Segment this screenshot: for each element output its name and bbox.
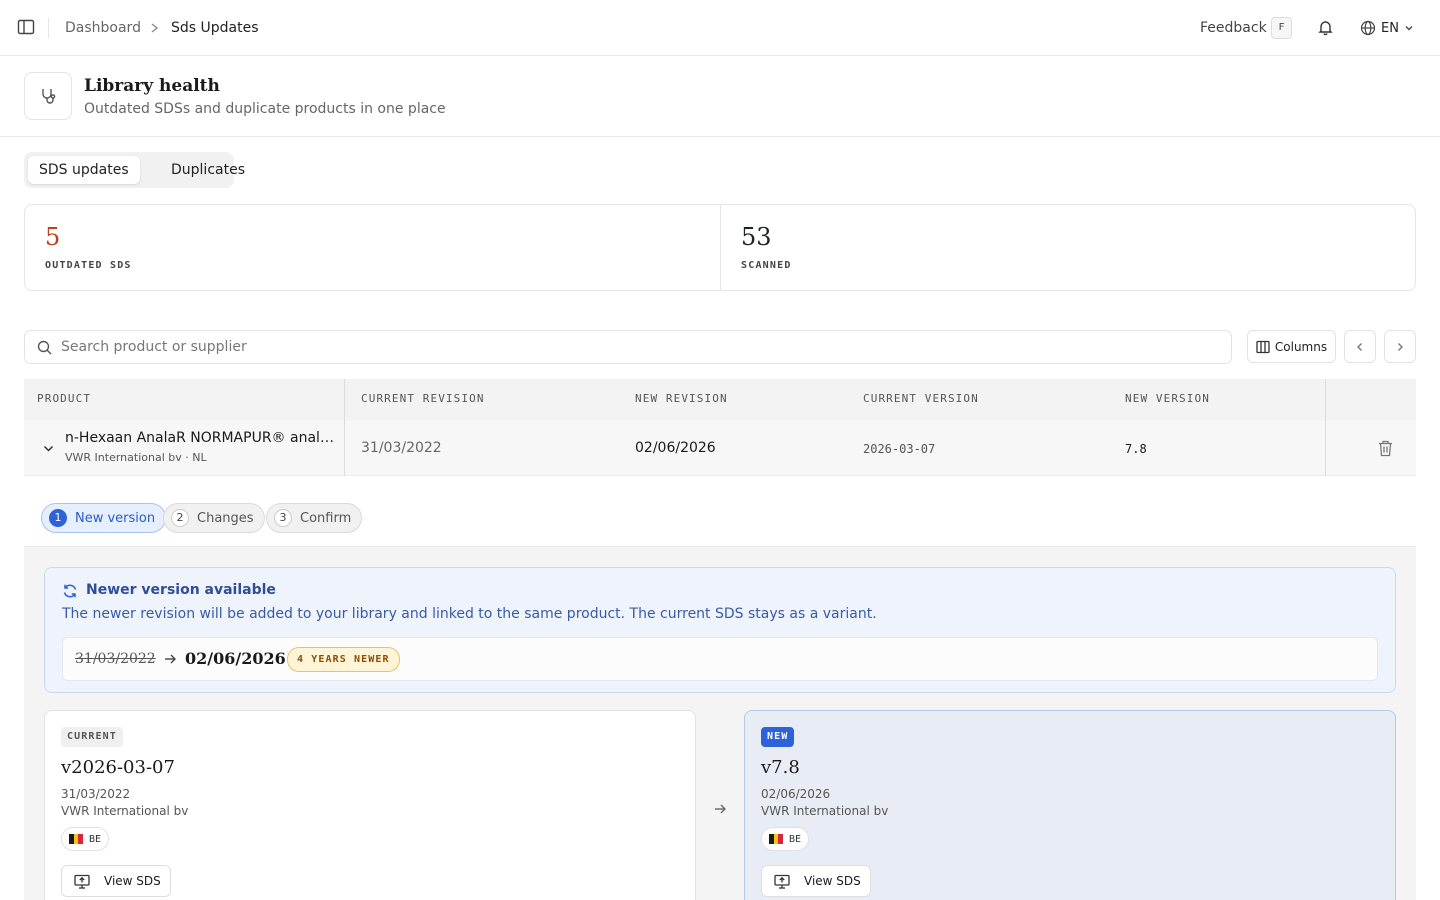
supplier-name: VWR International bv <box>61 804 189 818</box>
refresh-icon <box>63 584 77 598</box>
chevron-left-icon <box>1357 342 1362 351</box>
globe-icon <box>1360 20 1376 36</box>
current-version-card: CURRENT v2026-03-07 31/03/2022 VWR Inter… <box>44 710 696 900</box>
top-bar: Dashboard Sds Updates Feedback F EN <box>0 0 1440 56</box>
arrow-right-icon <box>165 654 176 664</box>
stats-panel: 5 OUTDATED SDS 53 SCANNED <box>24 204 1416 291</box>
country-code: BE <box>789 833 802 845</box>
step-number: 3 <box>274 509 292 527</box>
current-version: 2026-03-07 <box>863 442 936 456</box>
country-code: BE <box>89 833 102 845</box>
new-version: 7.8 <box>1125 442 1147 456</box>
view-sds-label: View SDS <box>804 874 861 888</box>
view-sds-button[interactable]: View SDS <box>61 865 171 897</box>
old-date: 31/03/2022 <box>75 651 156 667</box>
column-divider <box>1325 379 1326 476</box>
header-current-version[interactable]: CURRENT VERSION <box>863 392 979 405</box>
table-header: PRODUCT CURRENT REVISION NEW REVISION CU… <box>24 379 1416 421</box>
row-detail: 1 New version 2 Changes 3 Confirm Newer … <box>24 488 1416 900</box>
revision-comparison: 31/03/2022 02/06/2026 4 YEARS NEWER <box>62 637 1378 681</box>
chevron-right-icon <box>1398 342 1403 351</box>
step-number: 1 <box>49 509 67 527</box>
monitor-upload-icon <box>74 874 90 889</box>
trash-icon[interactable] <box>1378 440 1393 457</box>
search-input[interactable] <box>61 331 1221 363</box>
chevron-down-icon <box>1405 26 1413 31</box>
outdated-label: OUTDATED SDS <box>45 260 132 271</box>
divider <box>48 18 49 38</box>
bell-icon[interactable] <box>1317 19 1334 36</box>
new-date: 02/06/2026 <box>185 649 286 668</box>
product-name: n-Hexaan AnalaR NORMAPUR® analytical rea… <box>65 430 335 446</box>
view-sds-button[interactable]: View SDS <box>761 865 871 897</box>
chevron-down-icon[interactable] <box>42 442 55 455</box>
step-label: Changes <box>197 510 254 526</box>
step-label: New version <box>75 510 156 526</box>
view-sds-label: View SDS <box>104 874 161 888</box>
scanned-count: 53 <box>741 223 772 251</box>
arrow-right-icon <box>715 804 726 814</box>
page-header: Library health Outdated SDSs and duplica… <box>0 56 1440 137</box>
chevron-right-icon <box>151 23 159 33</box>
page-subtitle: Outdated SDSs and duplicate products in … <box>84 101 446 117</box>
newer-version-notice: Newer version available The newer revisi… <box>44 567 1396 693</box>
breadcrumb-dashboard[interactable]: Dashboard <box>65 19 141 37</box>
columns-icon <box>1256 340 1270 353</box>
notice-title: Newer version available <box>86 582 276 598</box>
search-icon <box>37 340 52 355</box>
header-new-version[interactable]: NEW VERSION <box>1125 392 1210 405</box>
step-changes[interactable]: 2 Changes <box>163 503 265 533</box>
version-title: v7.8 <box>761 757 800 778</box>
country-badge: BE <box>761 827 810 851</box>
column-divider <box>344 379 345 476</box>
belgium-flag-icon <box>69 834 84 844</box>
language-selector[interactable]: EN <box>1360 19 1414 37</box>
table-row[interactable]: n-Hexaan AnalaR NORMAPUR® analytical rea… <box>24 421 1416 476</box>
notice-body: The newer revision will be added to your… <box>62 606 877 622</box>
country-badge: BE <box>61 827 110 851</box>
revision-date: 02/06/2026 <box>761 787 831 801</box>
tab-duplicates[interactable]: Duplicates <box>160 156 256 184</box>
breadcrumb-current: Sds Updates <box>171 20 259 36</box>
product-supplier: VWR International bv · NL <box>65 451 207 464</box>
search-box <box>24 330 1232 364</box>
outdated-count: 5 <box>45 223 61 251</box>
columns-label: Columns <box>1274 339 1328 354</box>
version-title: v2026-03-07 <box>61 757 175 778</box>
step-confirm[interactable]: 3 Confirm <box>266 503 363 533</box>
tab-sds-updates[interactable]: SDS updates <box>28 156 140 184</box>
stethoscope-icon <box>24 72 72 120</box>
tab-bar: SDS updates Duplicates <box>24 152 245 188</box>
prev-page-button[interactable] <box>1344 330 1376 363</box>
sidebar-toggle-icon[interactable] <box>17 18 35 36</box>
stepper: 1 New version 2 Changes 3 Confirm <box>24 488 1416 547</box>
current-revision: 31/03/2022 <box>361 440 442 456</box>
supplier-name: VWR International bv <box>761 804 889 818</box>
new-version-card: NEW v7.8 02/06/2026 VWR International bv… <box>744 710 1396 900</box>
step-label: Confirm <box>300 510 352 526</box>
header-product[interactable]: PRODUCT <box>37 392 91 405</box>
header-current-revision[interactable]: CURRENT REVISION <box>361 392 485 405</box>
scanned-label: SCANNED <box>741 260 792 271</box>
revision-date: 31/03/2022 <box>61 787 131 801</box>
step-number: 2 <box>171 509 189 527</box>
page-title: Library health <box>84 76 220 96</box>
divider <box>720 205 721 290</box>
columns-button[interactable]: Columns <box>1247 330 1336 363</box>
monitor-upload-icon <box>774 874 790 889</box>
feedback-shortcut: F <box>1271 17 1292 39</box>
years-newer-badge: 4 YEARS NEWER <box>287 647 400 672</box>
belgium-flag-icon <box>769 834 784 844</box>
current-tag: CURRENT <box>61 727 123 747</box>
header-new-revision[interactable]: NEW REVISION <box>635 392 728 405</box>
language-label: EN <box>1381 20 1399 36</box>
step-new-version[interactable]: 1 New version <box>41 503 167 533</box>
feedback-button[interactable]: Feedback <box>1200 19 1267 37</box>
new-revision: 02/06/2026 <box>635 440 716 456</box>
new-tag: NEW <box>761 727 795 747</box>
next-page-button[interactable] <box>1384 330 1416 363</box>
